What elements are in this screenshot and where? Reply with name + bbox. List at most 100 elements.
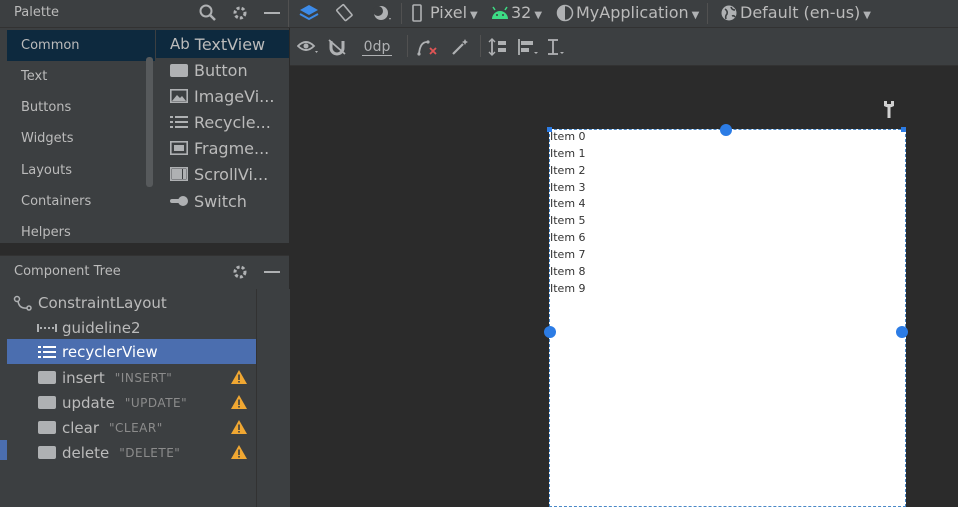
palette-scrollbar[interactable] bbox=[146, 57, 153, 187]
image-icon bbox=[170, 89, 188, 103]
tree-item-recyclerview[interactable]: recyclerView bbox=[7, 339, 256, 364]
wrench-icon[interactable] bbox=[880, 98, 898, 120]
tree-item-guideline2[interactable]: guideline2 bbox=[7, 315, 256, 340]
scrollview-icon bbox=[170, 167, 188, 181]
phone-icon[interactable] bbox=[410, 2, 424, 24]
tree-item-delete[interactable]: delete "DELETE" bbox=[7, 440, 256, 465]
category-common[interactable]: Common bbox=[7, 30, 155, 61]
category-containers[interactable]: Containers bbox=[7, 186, 155, 217]
list-icon bbox=[37, 345, 57, 359]
night-mode-icon[interactable] bbox=[369, 2, 395, 24]
list-item: Item 7 bbox=[550, 248, 586, 261]
category-buttons[interactable]: Buttons bbox=[7, 92, 155, 123]
widget-scrollview[interactable]: ScrollVi... bbox=[170, 161, 268, 187]
layers-icon[interactable] bbox=[295, 2, 323, 24]
tree-item-label: clear bbox=[62, 418, 100, 437]
category-layouts[interactable]: Layouts bbox=[7, 155, 155, 186]
switch-icon bbox=[170, 194, 188, 208]
tree-item-text: "UPDATE" bbox=[124, 395, 188, 410]
widget-label: TextView bbox=[194, 34, 266, 54]
separator bbox=[288, 0, 289, 27]
globe-icon bbox=[718, 2, 740, 24]
list-item: Item 2 bbox=[550, 164, 586, 177]
list-item: Item 8 bbox=[550, 265, 586, 278]
widget-recyclerview[interactable]: Recycle... bbox=[170, 109, 271, 135]
warning-icon[interactable] bbox=[230, 444, 248, 460]
category-text[interactable]: Text bbox=[7, 61, 155, 92]
magic-wand-icon[interactable] bbox=[448, 36, 472, 58]
tree-item-text: "INSERT" bbox=[114, 370, 173, 385]
default-margin-value: 0dp bbox=[361, 38, 393, 56]
widget-label: Switch bbox=[194, 191, 247, 211]
right-constraint-handle[interactable] bbox=[896, 326, 908, 338]
palette-categories: Common Text Buttons Widgets Layouts Cont… bbox=[7, 30, 155, 245]
api-selector[interactable]: 32 ▼ bbox=[511, 3, 542, 22]
widget-button[interactable]: Button bbox=[170, 57, 248, 83]
top-constraint-handle[interactable] bbox=[720, 124, 732, 136]
rotate-icon[interactable] bbox=[332, 2, 356, 24]
button-icon bbox=[170, 63, 188, 77]
pack-icon[interactable] bbox=[487, 36, 511, 58]
list-item: Item 9 bbox=[550, 282, 586, 295]
minimize-icon[interactable] bbox=[262, 2, 282, 24]
theme-selector[interactable]: MyApplication ▼ bbox=[576, 3, 699, 22]
button-icon bbox=[37, 446, 57, 460]
widget-label: ScrollVi... bbox=[194, 164, 269, 184]
tree-item-insert[interactable]: insert "INSERT" bbox=[7, 365, 256, 390]
category-widgets[interactable]: Widgets bbox=[7, 123, 155, 154]
clear-constraints-icon[interactable] bbox=[414, 36, 440, 58]
tree-item-constraintlayout[interactable]: ConstraintLayout bbox=[7, 290, 256, 315]
widget-switch[interactable]: Switch bbox=[170, 188, 247, 214]
api-level-label: 32 bbox=[511, 3, 532, 22]
gear-icon[interactable] bbox=[229, 2, 251, 24]
widget-textview[interactable]: Ab TextView bbox=[170, 31, 265, 57]
default-margin-selector[interactable]: 0dp bbox=[356, 36, 398, 58]
theme-label: MyApplication bbox=[576, 3, 689, 22]
minimize-icon[interactable] bbox=[262, 261, 282, 283]
tree-item-clear[interactable]: clear "CLEAR" bbox=[7, 415, 256, 440]
tree-item-label: guideline2 bbox=[62, 318, 141, 337]
separator bbox=[401, 3, 402, 24]
tree-item-update[interactable]: update "UPDATE" bbox=[7, 390, 256, 415]
gear-icon[interactable] bbox=[229, 261, 251, 283]
theme-icon bbox=[555, 2, 575, 24]
locale-selector[interactable]: Default (en-us) ▼ bbox=[740, 3, 871, 22]
tree-item-label: recyclerView bbox=[62, 342, 158, 361]
warning-icon[interactable] bbox=[230, 394, 248, 410]
left-constraint-handle[interactable] bbox=[544, 326, 556, 338]
constraint-layout-icon bbox=[13, 295, 33, 311]
search-icon[interactable] bbox=[197, 2, 219, 24]
button-icon bbox=[37, 396, 57, 410]
locale-label: Default (en-us) bbox=[740, 3, 861, 22]
guideline-icon bbox=[37, 321, 57, 335]
magnet-off-icon[interactable] bbox=[326, 36, 348, 58]
fragment-icon bbox=[170, 141, 188, 155]
recyclerview-preview[interactable] bbox=[549, 129, 906, 507]
tree-item-label: ConstraintLayout bbox=[38, 293, 167, 312]
list-item: Item 0 bbox=[550, 130, 586, 143]
list-icon bbox=[170, 115, 188, 129]
guidelines-icon[interactable] bbox=[545, 36, 569, 58]
button-icon bbox=[37, 371, 57, 385]
left-edge-marker bbox=[0, 440, 7, 460]
widget-label: ImageVi... bbox=[194, 86, 275, 106]
align-icon[interactable] bbox=[516, 36, 540, 58]
eye-icon[interactable] bbox=[296, 36, 320, 58]
tree-item-text: "CLEAR" bbox=[109, 420, 163, 435]
component-tree-title: Component Tree bbox=[14, 264, 121, 279]
widget-label: Recycle... bbox=[194, 112, 271, 132]
widget-fragment[interactable]: Fragme... bbox=[170, 135, 269, 161]
category-helpers[interactable]: Helpers bbox=[7, 217, 155, 248]
tree-scroll-area bbox=[256, 289, 290, 507]
warning-icon[interactable] bbox=[230, 419, 248, 435]
resize-handle[interactable] bbox=[547, 127, 552, 132]
widget-label: Button bbox=[194, 60, 248, 80]
warning-icon[interactable] bbox=[230, 369, 248, 385]
list-item: Item 6 bbox=[550, 231, 586, 244]
resize-handle[interactable] bbox=[901, 127, 906, 132]
widget-imageview[interactable]: ImageVi... bbox=[170, 83, 274, 109]
tree-item-label: insert bbox=[62, 368, 105, 387]
device-selector[interactable]: Pixel ▼ bbox=[430, 3, 478, 22]
list-item: Item 3 bbox=[550, 181, 586, 194]
separator bbox=[407, 35, 408, 57]
